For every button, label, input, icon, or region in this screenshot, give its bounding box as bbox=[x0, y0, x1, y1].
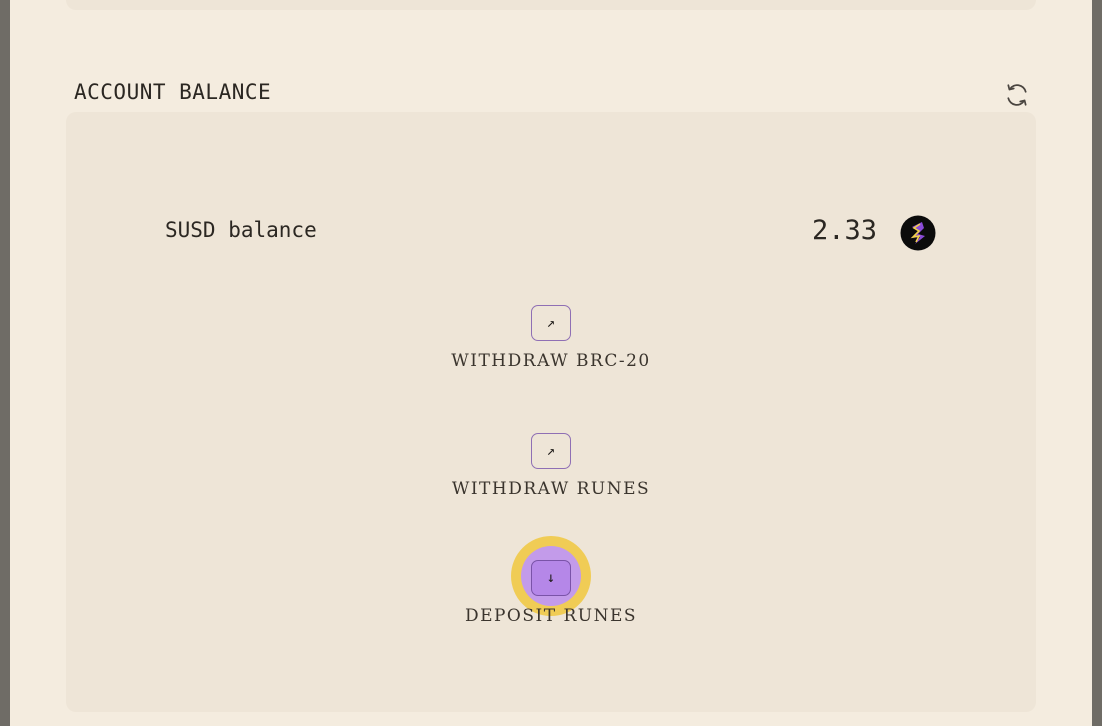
deposit-runes-button[interactable]: ↓ bbox=[531, 560, 571, 596]
arrow-up-right-icon: ↗ bbox=[546, 315, 556, 331]
deposit-runes-action: ↓ DEPOSIT RUNES bbox=[66, 560, 1036, 626]
withdraw-runes-button[interactable]: ↗ bbox=[531, 433, 571, 469]
susd-token-icon bbox=[900, 215, 936, 251]
withdraw-brc20-label: WITHDRAW BRC-20 bbox=[451, 351, 651, 371]
arrow-down-icon: ↓ bbox=[546, 570, 556, 586]
withdraw-runes-action: ↗ WITHDRAW RUNES bbox=[66, 433, 1036, 499]
arrow-up-right-icon: ↗ bbox=[546, 443, 556, 459]
balance-card: SUSD balance 2.33 ↗ WITHDRAW BRC-20 ↗ WI… bbox=[66, 112, 1036, 712]
top-card bbox=[66, 0, 1036, 10]
withdraw-brc20-action: ↗ WITHDRAW BRC-20 bbox=[66, 305, 1036, 371]
withdraw-brc20-button[interactable]: ↗ bbox=[531, 305, 571, 341]
withdraw-runes-label: WITHDRAW RUNES bbox=[451, 479, 651, 499]
balance-value: 2.33 bbox=[812, 215, 878, 246]
balance-label: SUSD balance bbox=[165, 218, 317, 242]
section-title: ACCOUNT BALANCE bbox=[74, 80, 272, 104]
refresh-icon bbox=[1007, 84, 1027, 106]
refresh-button[interactable] bbox=[1003, 81, 1031, 109]
deposit-runes-label: DEPOSIT RUNES bbox=[464, 606, 638, 626]
page: ACCOUNT BALANCE SUSD balance 2.33 ↗ WITH… bbox=[10, 0, 1092, 726]
